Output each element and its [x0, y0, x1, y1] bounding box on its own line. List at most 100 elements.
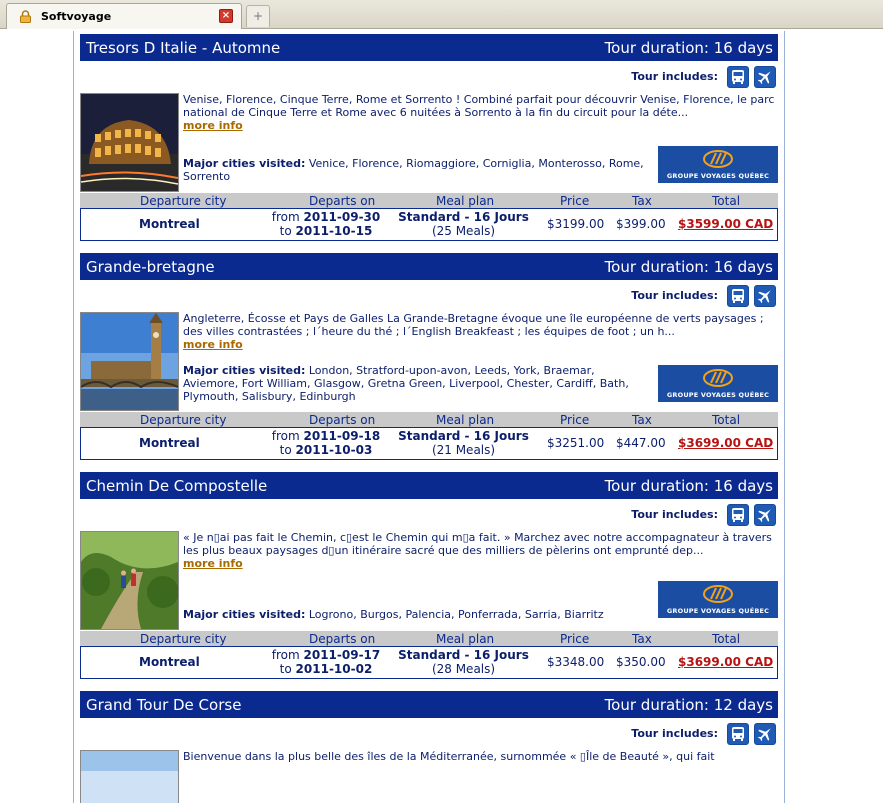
bus-icon	[727, 504, 749, 526]
tour-description-text: Angleterre, Écosse et Pays de Galles La …	[183, 312, 764, 338]
tour-includes: Tour includes:	[616, 504, 776, 526]
col-departs-on: Departs on	[309, 194, 376, 208]
operator-logo-mark	[703, 369, 733, 387]
total-price-link[interactable]: $3599.00 CAD	[678, 217, 773, 231]
price: $3199.00	[547, 217, 605, 231]
tour-includes-label: Tour includes:	[631, 289, 718, 302]
departure-dates: from 2011-09-18 to 2011-10-03	[251, 429, 401, 457]
from-label: from	[271, 210, 300, 224]
meal-plan: Standard - 16 Jours (28 Meals)	[381, 648, 546, 676]
page-content: Tresors D Italie - Automne Tour duration…	[73, 31, 785, 803]
col-tax: Tax	[632, 413, 652, 427]
operator-logo-text: GROUPE VOYAGES QUÉBEC	[666, 391, 770, 399]
to-date: 2011-10-03	[295, 443, 373, 457]
from-date: 2011-09-18	[303, 429, 381, 443]
plane-icon	[754, 723, 776, 745]
table-row: Montreal from 2011-09-30 to 2011-10-15 S…	[80, 208, 778, 241]
departure-dates: from 2011-09-30 to 2011-10-15	[251, 210, 401, 238]
col-total: Total	[712, 194, 741, 208]
tour-name[interactable]: Tresors D Italie - Automne	[86, 39, 280, 57]
table-row: Montreal from 2011-09-18 to 2011-10-03 S…	[80, 427, 778, 460]
table-header: Departure city Departs on Meal plan Pric…	[80, 631, 778, 646]
tour-duration: Tour duration: 16 days	[604, 477, 773, 495]
tour-header: Grand Tour De Corse Tour duration: 12 da…	[80, 691, 778, 718]
lock-icon	[19, 10, 32, 23]
operator-logo: GROUPE VOYAGES QUÉBEC	[658, 581, 778, 618]
tour-card: Grand Tour De Corse Tour duration: 12 da…	[80, 691, 778, 803]
col-meal-plan: Meal plan	[436, 413, 495, 427]
operator-logo-text: GROUPE VOYAGES QUÉBEC	[666, 607, 770, 615]
col-price: Price	[560, 413, 590, 427]
tour-name[interactable]: Grande-bretagne	[86, 258, 215, 276]
table-row: Montreal from 2011-09-17 to 2011-10-02 S…	[80, 646, 778, 679]
to-date: 2011-10-15	[295, 224, 373, 238]
col-meal-plan: Meal plan	[436, 194, 495, 208]
to-label: to	[279, 662, 292, 676]
tour-includes-label: Tour includes:	[631, 508, 718, 521]
meal-plan-name: Standard - 16 Jours	[398, 429, 529, 443]
new-tab-button[interactable]: +	[246, 5, 270, 27]
tour-description: Bienvenue dans la plus belle des îles de…	[183, 750, 777, 776]
major-cities-label: Major cities visited:	[183, 157, 306, 170]
tax: $399.00	[616, 217, 666, 231]
operator-logo: GROUPE VOYAGES QUÉBEC	[658, 146, 778, 183]
col-total: Total	[712, 413, 741, 427]
plane-icon	[754, 504, 776, 526]
col-tax: Tax	[632, 632, 652, 646]
tour-thumbnail[interactable]	[80, 750, 179, 803]
major-cities-list: Logrono, Burgos, Palencia, Ponferrada, S…	[308, 608, 604, 621]
table-header: Departure city Departs on Meal plan Pric…	[80, 193, 778, 208]
tour-name[interactable]: Chemin De Compostelle	[86, 477, 267, 495]
departures-table: Departure city Departs on Meal plan Pric…	[80, 631, 778, 679]
tour-card: Chemin De Compostelle Tour duration: 16 …	[80, 472, 778, 682]
tour-includes-label: Tour includes:	[631, 70, 718, 83]
col-departs-on: Departs on	[309, 632, 376, 646]
tour-includes: Tour includes:	[616, 723, 776, 745]
tour-description-text: « Je n▯ai pas fait le Chemin, c▯est le C…	[183, 531, 772, 557]
tour-description: Venise, Florence, Cinque Terre, Rome et …	[183, 93, 777, 132]
col-price: Price	[560, 632, 590, 646]
tour-name[interactable]: Grand Tour De Corse	[86, 696, 241, 714]
operator-logo-mark	[703, 585, 733, 603]
meal-plan: Standard - 16 Jours (21 Meals)	[381, 429, 546, 457]
price: $3251.00	[547, 436, 605, 450]
more-info-link[interactable]: more info	[183, 557, 777, 570]
more-info-link[interactable]: more info	[183, 119, 777, 132]
total-price-link[interactable]: $3699.00 CAD	[678, 436, 773, 450]
tour-thumbnail[interactable]	[80, 312, 179, 411]
tour-thumbnail[interactable]	[80, 93, 179, 192]
tour-header: Chemin De Compostelle Tour duration: 16 …	[80, 472, 778, 499]
tour-header: Grande-bretagne Tour duration: 16 days	[80, 253, 778, 280]
tour-thumbnail[interactable]	[80, 531, 179, 630]
browser-tab-bar: Softvoyage × +	[0, 0, 883, 29]
from-date: 2011-09-30	[303, 210, 381, 224]
tab-close-icon[interactable]: ×	[219, 9, 233, 23]
meal-count: (21 Meals)	[431, 443, 496, 457]
tour-description: « Je n▯ai pas fait le Chemin, c▯est le C…	[183, 531, 777, 570]
tax: $350.00	[616, 655, 666, 669]
to-label: to	[279, 443, 292, 457]
tax: $447.00	[616, 436, 666, 450]
operator-logo-text: GROUPE VOYAGES QUÉBEC	[666, 172, 770, 180]
total-price-link[interactable]: $3699.00 CAD	[678, 655, 773, 669]
tour-card: Grande-bretagne Tour duration: 16 days T…	[80, 253, 778, 463]
departures-table: Departure city Departs on Meal plan Pric…	[80, 193, 778, 241]
departure-city: Montreal	[139, 436, 200, 450]
tour-includes: Tour includes:	[616, 66, 776, 88]
browser-tab[interactable]: Softvoyage ×	[6, 3, 242, 29]
meal-count: (28 Meals)	[431, 662, 496, 676]
from-label: from	[271, 648, 300, 662]
tour-description-text: Venise, Florence, Cinque Terre, Rome et …	[183, 93, 775, 119]
col-departure-city: Departure city	[140, 194, 227, 208]
operator-logo: GROUPE VOYAGES QUÉBEC	[658, 365, 778, 402]
tour-duration: Tour duration: 12 days	[604, 696, 773, 714]
major-cities: Major cities visited: London, Stratford-…	[183, 364, 653, 403]
departure-city: Montreal	[139, 217, 200, 231]
tour-card: Tresors D Italie - Automne Tour duration…	[80, 34, 778, 244]
to-date: 2011-10-02	[295, 662, 373, 676]
col-departure-city: Departure city	[140, 632, 227, 646]
tab-title: Softvoyage	[41, 10, 112, 23]
plane-icon	[754, 66, 776, 88]
col-departure-city: Departure city	[140, 413, 227, 427]
more-info-link[interactable]: more info	[183, 338, 777, 351]
